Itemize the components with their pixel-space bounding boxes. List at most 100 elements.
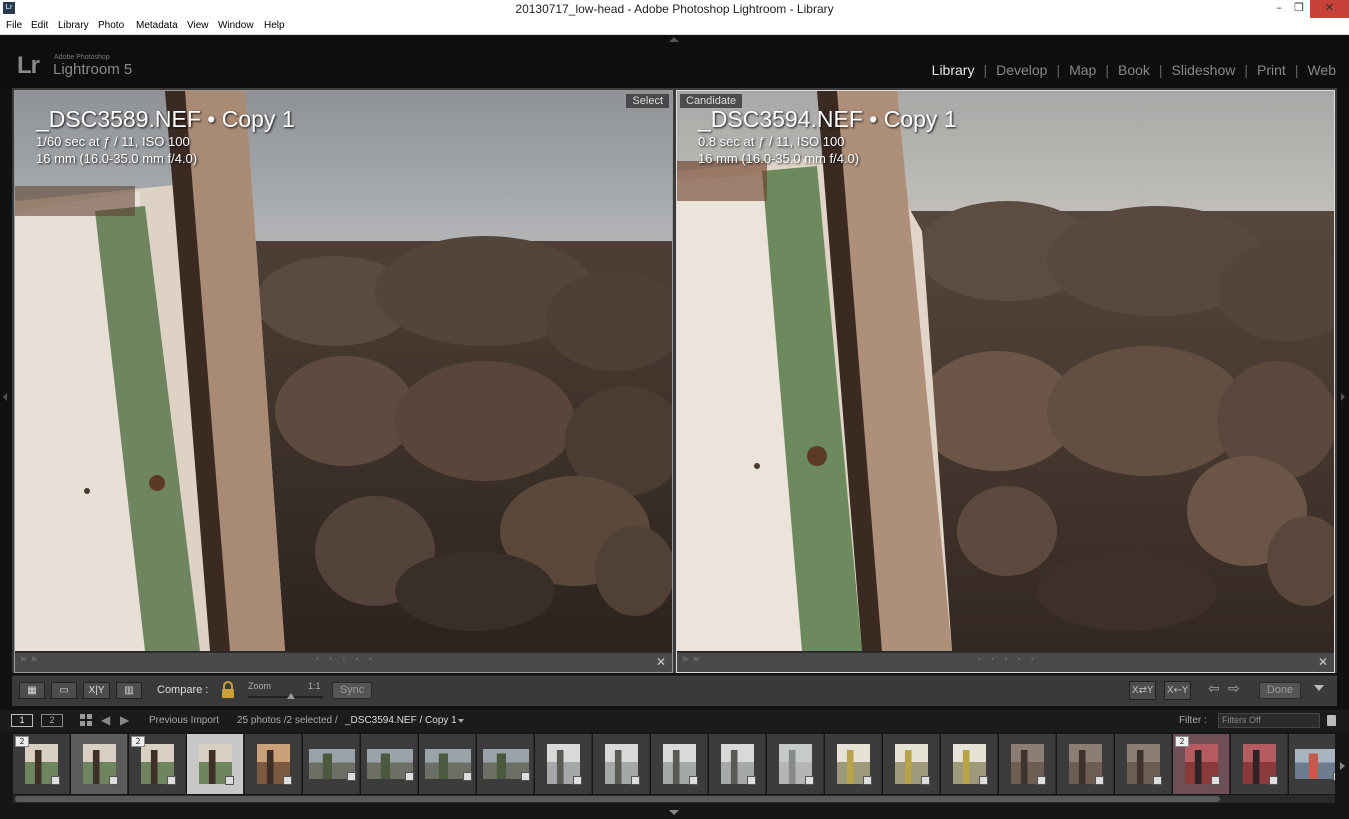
grid-icon[interactable] [80, 714, 92, 726]
right-panel-toggle-icon[interactable] [1341, 393, 1345, 401]
module-web[interactable]: Web [1307, 62, 1336, 78]
grid-view-button[interactable]: ▦ [19, 682, 45, 699]
develop-badge-icon[interactable] [1037, 776, 1046, 785]
previous-photo-arrow-icon[interactable]: ⇦ [1208, 681, 1220, 697]
select-photo[interactable] [15, 91, 672, 651]
filmstrip-frame[interactable] [361, 734, 418, 794]
chevron-down-icon[interactable] [458, 719, 464, 723]
develop-badge-icon[interactable] [463, 772, 472, 781]
develop-badge-icon[interactable] [225, 776, 234, 785]
develop-badge-icon[interactable] [979, 776, 988, 785]
develop-badge-icon[interactable] [109, 776, 118, 785]
select-pane[interactable]: Select _DSC3589.NEF • Copy 1 1/60 sec at… [14, 90, 673, 673]
develop-badge-icon[interactable] [51, 776, 60, 785]
close-icon[interactable]: ✕ [656, 655, 666, 669]
develop-badge-icon[interactable] [631, 776, 640, 785]
filmstrip-frame[interactable]: 2 [13, 734, 70, 794]
toolbar-menu-chevron-down-icon[interactable] [1314, 685, 1324, 691]
back-arrow-icon[interactable]: ◀ [101, 713, 110, 727]
make-select-button[interactable]: X←Y [1164, 681, 1191, 700]
develop-badge-icon[interactable] [167, 776, 176, 785]
filmstrip-frame[interactable] [1057, 734, 1114, 794]
candidate-photo[interactable] [677, 91, 1334, 651]
collapse-filmstrip-arrow-icon[interactable] [669, 810, 679, 815]
filmstrip-source[interactable]: Previous Import [149, 715, 219, 726]
flag-icon[interactable]: ⚑ ⚑ [681, 656, 700, 666]
filter-lock-icon[interactable] [1327, 715, 1336, 726]
filmstrip-frame[interactable] [825, 734, 882, 794]
develop-badge-icon[interactable] [921, 776, 930, 785]
filmstrip-frame[interactable] [767, 734, 824, 794]
module-map[interactable]: Map [1069, 62, 1096, 78]
develop-badge-icon[interactable] [283, 776, 292, 785]
develop-badge-icon[interactable] [405, 772, 414, 781]
loupe-view-button[interactable]: ▭ [51, 682, 77, 699]
filmstrip-frame[interactable] [535, 734, 592, 794]
flag-icon[interactable]: ⚑ ⚑ [19, 656, 38, 666]
develop-badge-icon[interactable] [1269, 776, 1278, 785]
filmstrip-frame[interactable] [709, 734, 766, 794]
filmstrip-frame[interactable] [71, 734, 128, 794]
filmstrip-frame[interactable] [651, 734, 708, 794]
filmstrip-scroll-right-icon[interactable] [1340, 762, 1345, 770]
stack-count-badge[interactable]: 2 [131, 736, 145, 747]
candidate-pane[interactable]: Candidate _DSC3594.NEF • Copy 1 0.8 sec … [676, 90, 1335, 673]
develop-badge-icon[interactable] [1153, 776, 1162, 785]
forward-arrow-icon[interactable]: ▶ [120, 713, 129, 727]
filter-select[interactable]: Filters Off [1218, 713, 1320, 728]
filmstrip-frame[interactable] [245, 734, 302, 794]
filmstrip-frame[interactable] [941, 734, 998, 794]
filmstrip-frame[interactable] [419, 734, 476, 794]
menu-photo[interactable]: Photo [98, 20, 124, 31]
swap-button[interactable]: X⇄Y [1129, 681, 1156, 700]
develop-badge-icon[interactable] [347, 772, 356, 781]
stack-count-badge[interactable]: 2 [1175, 736, 1189, 747]
filmstrip-frame[interactable] [303, 734, 360, 794]
develop-badge-icon[interactable] [573, 776, 582, 785]
develop-badge-icon[interactable] [747, 776, 756, 785]
primary-display-button[interactable]: 1 [11, 714, 33, 727]
close-window-button[interactable]: ✕ [1310, 0, 1349, 18]
filmstrip-scroll-thumb[interactable] [15, 796, 1220, 802]
collapse-top-panel-arrow-icon[interactable] [669, 37, 679, 42]
menu-metadata[interactable]: Metadata [136, 20, 178, 31]
done-button[interactable]: Done [1259, 682, 1301, 699]
stack-count-badge[interactable]: 2 [15, 736, 29, 747]
minimize-button[interactable]: – [1270, 0, 1288, 18]
zoom-slider-thumb[interactable] [287, 693, 295, 699]
menu-help[interactable]: Help [264, 20, 285, 31]
compare-view-button[interactable]: X|Y [83, 682, 110, 699]
module-develop[interactable]: Develop [996, 62, 1047, 78]
lock-icon[interactable] [221, 681, 235, 699]
filmstrip-frame[interactable] [1115, 734, 1172, 794]
close-icon[interactable]: ✕ [1318, 655, 1328, 669]
develop-badge-icon[interactable] [863, 776, 872, 785]
filmstrip-frame[interactable] [187, 734, 244, 794]
develop-badge-icon[interactable] [1211, 776, 1220, 785]
module-print[interactable]: Print [1257, 62, 1286, 78]
secondary-display-button[interactable]: 2 [41, 714, 63, 727]
next-photo-arrow-icon[interactable]: ⇨ [1228, 681, 1240, 697]
menu-window[interactable]: Window [218, 20, 254, 31]
rating-dots[interactable]: • • • • • [977, 655, 1038, 664]
filmstrip-frame[interactable] [883, 734, 940, 794]
survey-view-button[interactable]: ▥ [116, 682, 142, 699]
develop-badge-icon[interactable] [1333, 772, 1335, 781]
develop-badge-icon[interactable] [689, 776, 698, 785]
sync-button[interactable]: Sync [332, 682, 372, 699]
module-slideshow[interactable]: Slideshow [1172, 62, 1236, 78]
develop-badge-icon[interactable] [805, 776, 814, 785]
filmstrip-frame[interactable] [1289, 734, 1335, 794]
menu-edit[interactable]: Edit [31, 20, 48, 31]
maximize-button[interactable]: ❐ [1290, 0, 1308, 18]
develop-badge-icon[interactable] [521, 772, 530, 781]
develop-badge-icon[interactable] [1095, 776, 1104, 785]
rating-dots[interactable]: • • • • • [315, 655, 376, 664]
filmstrip-frame[interactable]: 2 [129, 734, 186, 794]
menu-file[interactable]: File [6, 20, 22, 31]
filmstrip-frame[interactable] [593, 734, 650, 794]
zoom-slider[interactable] [248, 696, 323, 698]
filmstrip-frame[interactable] [999, 734, 1056, 794]
photo-thumbnail[interactable] [1295, 749, 1335, 779]
menu-view[interactable]: View [187, 20, 209, 31]
